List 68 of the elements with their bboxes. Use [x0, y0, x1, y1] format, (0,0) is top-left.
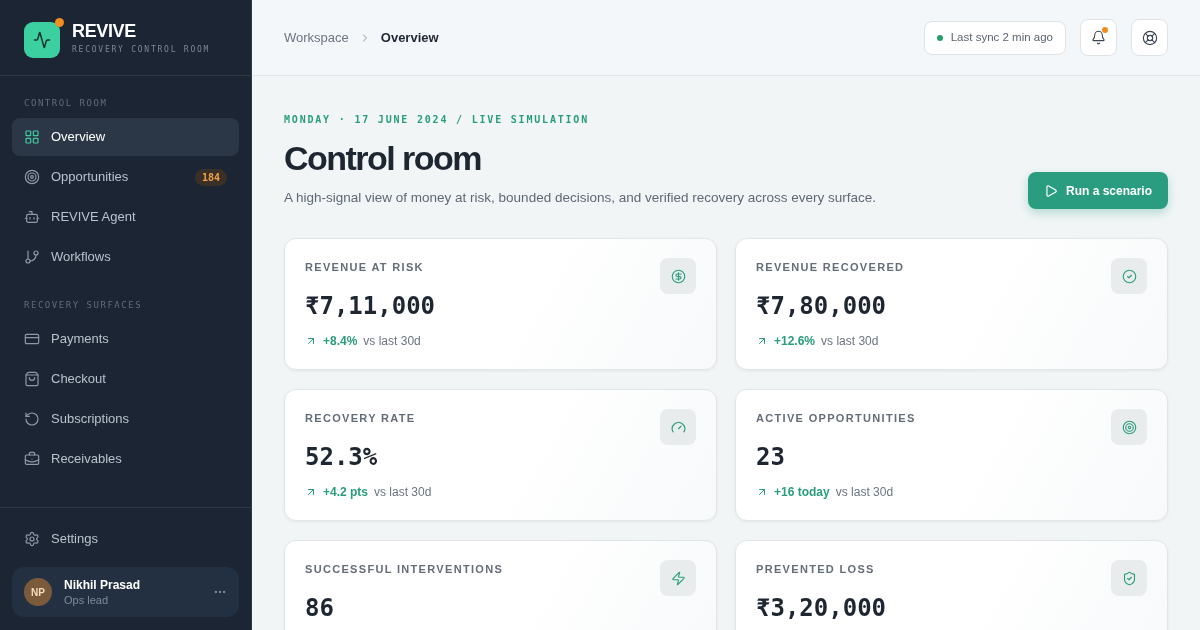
trend-up-icon	[305, 335, 317, 347]
page-title: Control room	[284, 138, 482, 178]
nav-item[interactable]: Overview	[12, 118, 239, 156]
eyebrow-text: MONDAY · 17 JUNE 2024 / LIVE SIMULATION	[284, 113, 590, 127]
dollar-icon	[660, 258, 696, 294]
robot-icon	[24, 209, 40, 225]
nav-item[interactable]: Subscriptions	[12, 400, 239, 438]
user-role: Ops lead	[64, 592, 110, 608]
comparison-label: vs last 30d	[835, 484, 894, 501]
target-icon	[1111, 409, 1147, 445]
metric-value: 86	[305, 593, 335, 624]
shield-icon	[1111, 560, 1147, 596]
nav-item[interactable]: Workflows	[12, 238, 239, 276]
metric-label: RECOVERY RATE	[305, 411, 417, 425]
branch-icon	[24, 249, 40, 265]
notifications-button[interactable]	[1080, 19, 1117, 56]
metric-label: PREVENTED LOSS	[756, 562, 876, 576]
target-icon	[24, 169, 40, 185]
nav-item[interactable]: Payments	[12, 320, 239, 358]
metric-value: ₹3,20,000	[756, 593, 887, 624]
help-button[interactable]	[1131, 19, 1168, 56]
logo-icon	[24, 17, 64, 58]
metric-value: ₹7,11,000	[305, 291, 436, 322]
nav-item[interactable]: Checkout	[12, 360, 239, 398]
user-name: Nikhil Prasad	[64, 576, 142, 593]
bell-icon	[1091, 30, 1106, 45]
trend-up-icon	[305, 486, 317, 498]
comparison-label: vs last 30d	[374, 484, 432, 501]
metric-label: REVENUE AT RISK	[305, 260, 425, 274]
nav-item[interactable]: Receivables	[12, 440, 239, 478]
sync-text: Last sync 2 min ago	[950, 29, 1053, 45]
lifebuoy-icon	[1141, 29, 1158, 46]
lightning-icon	[660, 560, 696, 596]
change-value: +16 today	[774, 484, 830, 501]
nav-item[interactable]: Settings	[12, 520, 239, 558]
section-label: CONTROL ROOM	[23, 97, 109, 109]
grid-icon	[24, 129, 40, 145]
settings-icon	[24, 531, 40, 547]
breadcrumb-item: Overview	[380, 28, 439, 47]
metric-label: SUCCESSFUL INTERVENTIONS	[305, 562, 504, 576]
card-icon	[24, 331, 40, 347]
briefcase-icon	[24, 451, 40, 467]
section-label: RECOVERY SURFACES	[23, 299, 144, 311]
metric-label: ACTIVE OPPORTUNITIES	[756, 411, 916, 425]
change-value: +8.4%	[323, 333, 358, 350]
play-icon	[1043, 183, 1058, 198]
breadcrumb-item[interactable]: Workspace	[284, 27, 349, 48]
metric-value: ₹7,80,000	[756, 291, 888, 322]
brand-tagline: RECOVERY CONTROL ROOM	[72, 45, 211, 55]
gauge-icon	[660, 409, 696, 445]
metric-value: 52.3%	[305, 442, 379, 473]
brand-name: REVIVE	[72, 20, 137, 42]
page-subtitle: A high-signal view of money at risk, bounded decisions, and verified recovery across every surface.	[284, 189, 877, 207]
user-card[interactable]: NP Nikhil Prasad Ops lead	[12, 567, 239, 617]
metric-label: REVENUE RECOVERED	[756, 260, 905, 274]
comparison-label: vs last 30d	[363, 333, 421, 350]
nav-item[interactable]: REVIVE Agent	[12, 198, 239, 236]
trend-up-icon	[756, 486, 768, 498]
metric-value: 23	[756, 442, 786, 473]
refresh-icon	[24, 411, 40, 427]
trend-up-icon	[756, 335, 768, 347]
comparison-label: vs last 30d	[821, 333, 879, 350]
nav-item[interactable]: Opportunities 184	[12, 158, 239, 196]
change-value: +4.2 pts	[323, 484, 369, 501]
avatar: NP	[24, 578, 52, 606]
change-value: +12.6%	[774, 333, 816, 350]
count-badge: 184	[194, 168, 227, 186]
bag-icon	[24, 371, 40, 387]
